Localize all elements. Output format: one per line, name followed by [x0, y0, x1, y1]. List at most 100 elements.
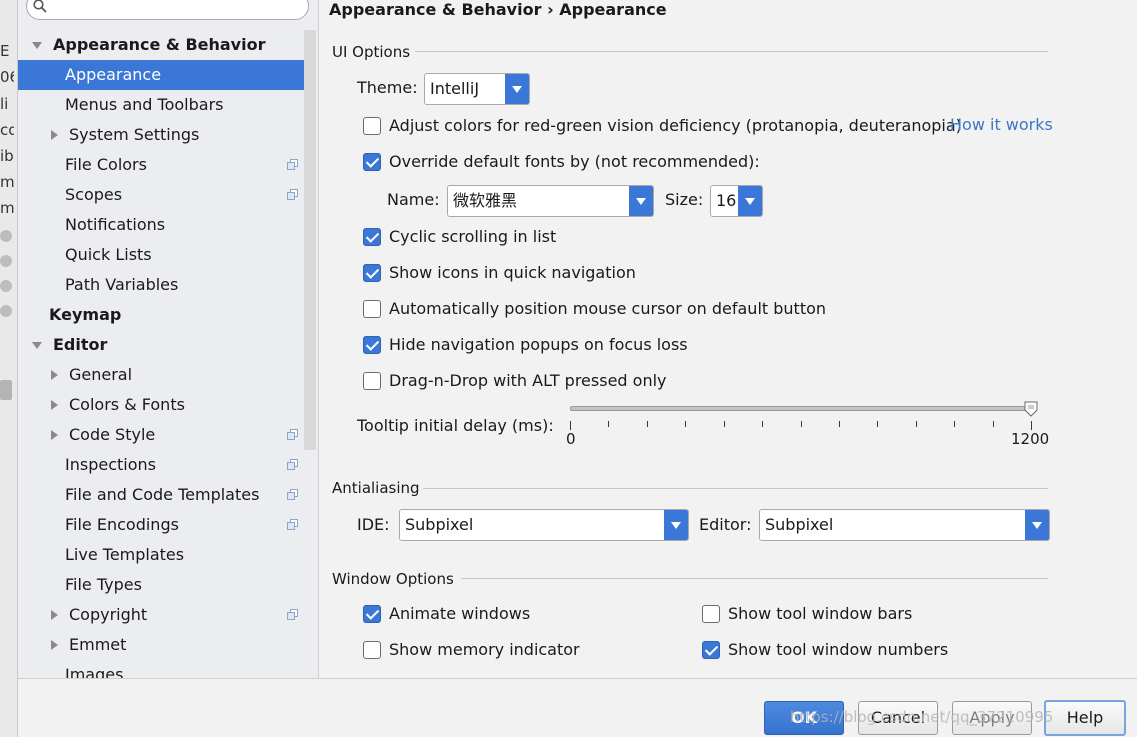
expand-arrow-right-icon[interactable] [48, 390, 60, 420]
project-settings-icon [287, 189, 299, 201]
ok-button[interactable]: OK [764, 701, 844, 735]
checkbox-label: Automatically position mouse cursor on d… [389, 299, 827, 318]
sidebar-item-label: File Encodings [65, 515, 179, 534]
checkbox-label: Animate windows [389, 604, 531, 623]
font-size-label: Size: [665, 190, 704, 209]
checkbox-box [363, 300, 381, 318]
background-blob [0, 380, 12, 400]
sidebar-item-label: Quick Lists [65, 245, 152, 264]
font-name-select[interactable]: 微软雅黑 [447, 185, 654, 217]
tooltip-delay-label: Tooltip initial delay (ms): [357, 416, 554, 435]
sidebar-item-file-encodings[interactable]: File Encodings [18, 510, 306, 540]
sidebar-item-path-variables[interactable]: Path Variables [18, 270, 306, 300]
slider-tick [800, 421, 802, 427]
editor-antialiasing-select[interactable]: Subpixel [759, 509, 1050, 541]
sidebar-item-live-templates[interactable]: Live Templates [18, 540, 306, 570]
chevron-down-icon [629, 186, 653, 216]
show-tool-bars-checkbox[interactable]: Show tool window bars [702, 603, 962, 625]
sidebar-item-colors-fonts[interactable]: Colors & Fonts [18, 390, 306, 420]
expand-arrow-right-icon[interactable] [48, 600, 60, 630]
sidebar-item-file-and-code-templates[interactable]: File and Code Templates [18, 480, 306, 510]
sidebar-item-label: System Settings [69, 125, 200, 144]
font-size-select[interactable]: 16 [710, 185, 763, 217]
background-text-fragment: li [0, 95, 9, 113]
slider-tick [838, 421, 840, 427]
hide-popups-checkbox[interactable]: Hide navigation popups on focus loss [363, 334, 723, 356]
sidebar-item-label: Editor [53, 335, 108, 354]
show-icons-checkbox[interactable]: Show icons in quick navigation [363, 262, 703, 284]
sidebar-item-inspections[interactable]: Inspections [18, 450, 306, 480]
font-size-value: 16 [716, 191, 737, 210]
sidebar-item-notifications[interactable]: Notifications [18, 210, 306, 240]
background-blob [0, 230, 12, 242]
theme-select[interactable]: IntelliJ [424, 73, 530, 105]
expand-arrow-right-icon[interactable] [48, 630, 60, 660]
auto-mouse-checkbox[interactable]: Automatically position mouse cursor on d… [363, 298, 843, 320]
sidebar-item-code-style[interactable]: Code Style [18, 420, 306, 450]
slider-min-label: 0 [566, 430, 576, 448]
sidebar-item-general[interactable]: General [18, 360, 306, 390]
antialiasing-divider [423, 488, 1048, 489]
sidebar-item-file-colors[interactable]: File Colors [18, 150, 306, 180]
background-text-fragment: ib [0, 147, 14, 165]
background-text-fragment: 06 [0, 68, 14, 86]
sidebar-scrollbar[interactable] [304, 30, 316, 450]
slider-tick [762, 421, 764, 427]
sidebar-item-system-settings[interactable]: System Settings [18, 120, 306, 150]
slider-tick [685, 421, 687, 427]
ide-antialiasing-select[interactable]: Subpixel [399, 509, 689, 541]
sidebar-item-emmet[interactable]: Emmet [18, 630, 306, 660]
expand-arrow-right-icon[interactable] [48, 420, 60, 450]
window-options-divider [461, 578, 1048, 579]
sidebar-item-scopes[interactable]: Scopes [18, 180, 306, 210]
expand-arrow-right-icon[interactable] [48, 120, 60, 150]
slider-tick [1031, 421, 1032, 430]
animate-windows-checkbox[interactable]: Animate windows [363, 603, 613, 625]
cancel-button[interactable]: Cancel [858, 701, 938, 735]
apply-button[interactable]: Apply [952, 701, 1032, 735]
sidebar-item-label: Keymap [49, 305, 122, 324]
sidebar-item-appearance-behavior[interactable]: Appearance & Behavior [18, 30, 306, 60]
slider-tick [954, 421, 956, 427]
expand-arrow-down-icon[interactable] [30, 330, 42, 360]
slider-thumb[interactable] [1024, 401, 1038, 417]
sidebar-item-label: Live Templates [65, 545, 185, 564]
sidebar-item-label: General [69, 365, 133, 384]
checkbox-label: Override default fonts by (not recommend… [389, 152, 760, 171]
checkbox-box [702, 605, 720, 623]
editor-antialiasing-value: Subpixel [765, 515, 834, 534]
show-tool-numbers-checkbox[interactable]: Show tool window numbers [702, 639, 982, 661]
drag-drop-checkbox[interactable]: Drag-n-Drop with ALT pressed only [363, 370, 703, 392]
checkbox-label: Show tool window bars [728, 604, 913, 623]
theme-select-value: IntelliJ [430, 79, 480, 98]
how-it-works-link[interactable]: How it works [950, 115, 1053, 134]
help-button[interactable]: Help [1044, 700, 1126, 736]
sidebar-item-quick-lists[interactable]: Quick Lists [18, 240, 306, 270]
tooltip-delay-slider[interactable] [570, 406, 1031, 411]
sidebar-item-appearance[interactable]: Appearance [18, 60, 306, 90]
ui-options-title: UI Options [332, 43, 411, 61]
sidebar-item-images[interactable]: Images [18, 660, 306, 678]
settings-sidebar: Appearance & Behavior Appearance Menus and… [18, 0, 319, 678]
chevron-down-icon [1025, 510, 1049, 540]
color-deficiency-checkbox[interactable]: Adjust colors for red-green vision defic… [363, 115, 962, 137]
sidebar-item-copyright[interactable]: Copyright [18, 600, 306, 630]
sidebar-item-menus-and-toolbars[interactable]: Menus and Toolbars [18, 90, 306, 120]
expand-arrow-down-icon[interactable] [30, 30, 42, 60]
expand-arrow-right-icon[interactable] [48, 360, 60, 390]
sidebar-item-file-types[interactable]: File Types [18, 570, 306, 600]
breadcrumb-parent[interactable]: Appearance & Behavior [329, 0, 541, 19]
antialiasing-title: Antialiasing [332, 479, 420, 497]
slider-tick [570, 421, 571, 430]
cyclic-scrolling-checkbox[interactable]: Cyclic scrolling in list [363, 226, 663, 248]
checkbox-label: Drag-n-Drop with ALT pressed only [389, 371, 667, 390]
show-memory-checkbox[interactable]: Show memory indicator [363, 639, 613, 661]
search-input[interactable] [26, 0, 309, 20]
override-fonts-checkbox[interactable]: Override default fonts by (not recommend… [363, 151, 763, 173]
project-settings-icon [287, 609, 299, 621]
sidebar-item-keymap[interactable]: Keymap [18, 300, 306, 330]
ui-options-divider [415, 51, 1048, 52]
sidebar-item-editor[interactable]: Editor [18, 330, 306, 360]
checkbox-box [363, 336, 381, 354]
checkbox-box [363, 228, 381, 246]
